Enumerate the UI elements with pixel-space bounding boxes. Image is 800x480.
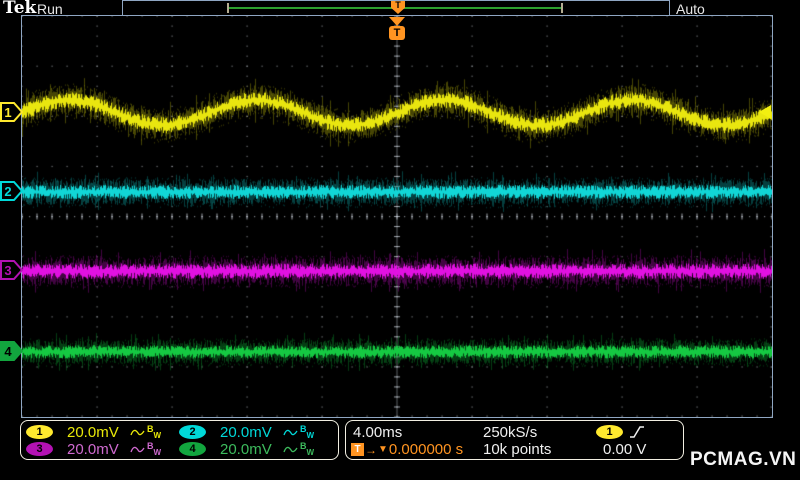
record-length: 10k points	[483, 441, 552, 458]
waveform-display	[22, 16, 772, 417]
channel-1-scale: 20.0mV	[67, 423, 119, 441]
bandwidth-limit-icon: BW	[300, 424, 315, 440]
ac-coupling-icon	[130, 443, 147, 456]
bandwidth-limit-icon: BW	[300, 441, 315, 457]
record-view-bracket-right	[561, 3, 563, 13]
ac-coupling-icon	[130, 426, 147, 439]
trigger-level-value: 0.00 V	[603, 441, 647, 458]
ac-coupling-icon	[283, 443, 300, 456]
svg-text:2: 2	[4, 184, 11, 199]
channel-1-badge: 1	[26, 425, 53, 439]
channel-4-scale: 20.0mV	[220, 440, 272, 458]
trigger-position-value: 0.000000 s	[388, 441, 464, 458]
svg-text:3: 3	[4, 263, 11, 278]
trigger-position-readout: T → ▼ 0.000000 s	[351, 441, 463, 458]
sample-rate: 250kS/s	[483, 424, 538, 441]
trigger-t-icon: T	[351, 443, 364, 456]
channel-3-scale: 20.0mV	[67, 440, 119, 458]
trigger-level-arrow-icon	[759, 104, 771, 119]
trigger-position-bar-marker-icon: T	[391, 1, 405, 14]
channel-4-badge: 4	[179, 442, 206, 456]
channel-2-scale: 20.0mV	[220, 423, 272, 441]
trigger-position-flag: T	[389, 26, 405, 40]
arrow-right-icon: →	[365, 442, 377, 457]
channel-2-badge: 2	[179, 425, 206, 439]
trigger-source-badge: 1	[596, 425, 623, 439]
channel-readout-row-2: 3 20.0mV BW 4 20.0mV BW	[26, 440, 326, 458]
horizontal-trigger-box: 4.00ms 250kS/s 1 T → ▼ 0.000000 s 10k po…	[345, 420, 684, 460]
channel-readout-row-1: 1 20.0mV BW 2 20.0mV BW	[26, 423, 326, 441]
graticule	[21, 15, 773, 418]
record-view-bar: T	[122, 0, 670, 16]
channel-readouts-box: 1 20.0mV BW 2 20.0mV BW 3 20.0mV BW 4 20…	[20, 420, 339, 460]
channel-marker-4: 4	[0, 340, 23, 361]
bandwidth-limit-icon: BW	[147, 441, 162, 457]
trigger-position-flag-triangle-icon	[389, 17, 405, 26]
triangle-down-icon: ▼	[378, 444, 388, 455]
svg-text:1: 1	[4, 105, 11, 120]
horizontal-scale: 4.00ms	[353, 424, 403, 441]
svg-text:4: 4	[4, 344, 12, 359]
channel-marker-1: 1	[0, 101, 23, 122]
channel-marker-2: 2	[0, 180, 23, 201]
record-view-bracket-left	[227, 3, 229, 13]
bandwidth-limit-icon: BW	[147, 424, 162, 440]
watermark: PCMAG.VN	[690, 449, 797, 470]
ac-coupling-icon	[283, 426, 300, 439]
channel-3-badge: 3	[26, 442, 53, 456]
channel-marker-3: 3	[0, 260, 23, 281]
